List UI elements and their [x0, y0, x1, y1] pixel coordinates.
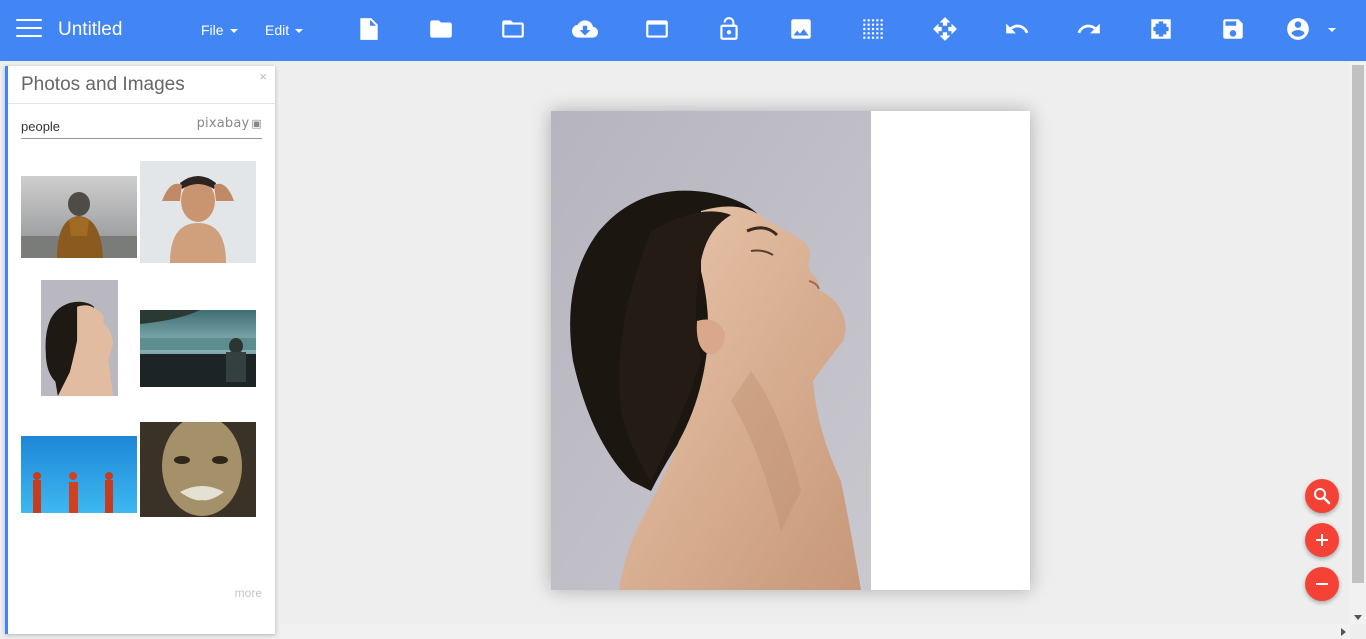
edit-menu[interactable]: Edit [265, 22, 304, 38]
account-dropdown-icon[interactable] [1328, 28, 1336, 32]
image-icon[interactable] [788, 16, 814, 42]
photos-panel: Photos and Images × pixabay▣ [5, 66, 275, 634]
edit-menu-label: Edit [265, 22, 290, 38]
thumbnail-image[interactable] [21, 436, 137, 513]
panel-header: Photos and Images × [8, 66, 275, 104]
thumbnail-red-figures [21, 436, 137, 513]
file-menu[interactable]: File [201, 22, 238, 38]
pixabay-logo[interactable]: pixabay ▣ [197, 116, 262, 131]
thumbnail-image[interactable] [140, 310, 256, 387]
chevron-down-icon [295, 29, 304, 34]
chevron-down-icon [229, 29, 238, 34]
redo-icon[interactable] [1076, 16, 1102, 42]
thumbnail-man-hands-head [140, 161, 256, 263]
zoom-in-icon [1316, 534, 1328, 546]
canvas-photo[interactable] [551, 111, 871, 590]
lock-open-icon[interactable] [716, 16, 742, 42]
grid-icon[interactable] [860, 16, 886, 42]
man-profile-photo [551, 111, 871, 590]
folder-icon[interactable] [428, 16, 454, 42]
pixabay-logo-text: pixabay [196, 116, 250, 131]
thumbnail-image[interactable] [41, 280, 118, 396]
camera-icon: ▣ [251, 117, 262, 130]
zoom-search-icon [1314, 488, 1331, 505]
thumbnail-man-profile [41, 280, 118, 396]
zoom-out-icon [1316, 583, 1328, 585]
fullscreen-icon[interactable] [1148, 16, 1174, 42]
undo-icon[interactable] [1004, 16, 1030, 42]
zoom-out-button[interactable] [1305, 567, 1339, 601]
search-field: pixabay▣ [21, 112, 262, 139]
hamburger-menu-icon[interactable] [16, 19, 42, 39]
close-icon[interactable]: × [259, 69, 267, 84]
thumbnail-image[interactable] [21, 176, 137, 258]
thumbnail-person-hood [21, 176, 137, 258]
horizontal-scrollbar[interactable] [280, 624, 1350, 639]
zoom-in-button[interactable] [1305, 523, 1339, 557]
cloud-download-icon[interactable] [572, 16, 598, 42]
document-title[interactable]: Untitled [58, 19, 122, 41]
document-canvas[interactable] [551, 111, 1030, 590]
scroll-right-arrow-icon[interactable] [1341, 628, 1346, 636]
save-icon[interactable] [1220, 16, 1246, 42]
vertical-scrollbar-thumb[interactable] [1352, 65, 1364, 583]
folder-open-icon[interactable] [500, 16, 526, 42]
panel-title: Photos and Images [21, 74, 185, 95]
file-menu-label: File [201, 22, 224, 38]
vertical-scrollbar[interactable] [1350, 61, 1366, 624]
thumbnail-old-man [140, 422, 256, 517]
more-link[interactable]: more [235, 586, 262, 600]
zoom-search-button[interactable] [1305, 479, 1339, 513]
account-icon[interactable] [1285, 16, 1311, 42]
new-file-icon[interactable] [356, 16, 382, 42]
thumbnail-image[interactable] [140, 422, 256, 517]
search-input[interactable] [21, 112, 181, 136]
move-icon[interactable] [932, 16, 958, 42]
scroll-down-arrow-icon[interactable] [1354, 615, 1362, 620]
thumbnail-lake-view [140, 310, 256, 387]
thumbnail-image[interactable] [140, 161, 256, 263]
top-app-bar: Untitled File Edit [0, 0, 1366, 61]
window-icon[interactable] [644, 16, 670, 42]
